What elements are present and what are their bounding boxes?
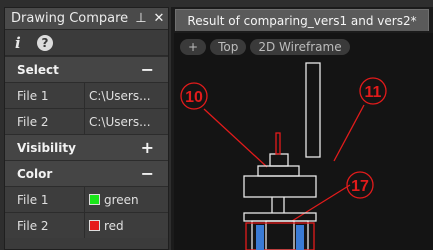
property-key: File 1: [5, 83, 85, 108]
collapse-icon[interactable]: −: [141, 164, 154, 183]
property-key: File 2: [5, 213, 85, 238]
color-row-file2[interactable]: File 2 red: [5, 212, 168, 238]
insert-right: [296, 225, 304, 250]
pin-icon[interactable]: ⊥: [132, 11, 150, 26]
select-row-file1[interactable]: File 1 C:\Users...: [5, 82, 168, 108]
color-name: green: [104, 192, 139, 207]
color-name: red: [104, 218, 124, 233]
palette-toolbar: i ?: [5, 30, 168, 56]
viewport-view-control[interactable]: Top: [210, 39, 247, 55]
section-color[interactable]: Color −: [5, 160, 168, 186]
info-icon[interactable]: i: [15, 34, 27, 52]
balloon-10-label: 10: [185, 89, 203, 106]
expand-icon[interactable]: +: [141, 138, 154, 157]
document-area: Result of comparing_vers1 and vers2* + T…: [171, 7, 433, 250]
drawing-compare-palette: Drawing Compare ⊥ ✕ i ? Select − File 1 …: [4, 7, 169, 250]
palette-title: Drawing Compare: [11, 11, 129, 26]
file2-path-value[interactable]: C:\Users...: [85, 109, 168, 134]
color-swatch-green: [89, 194, 100, 205]
section-visibility[interactable]: Visibility +: [5, 134, 168, 160]
help-icon[interactable]: ?: [37, 34, 53, 51]
section-color-label: Color: [17, 166, 53, 181]
changed-geometry: [275, 132, 281, 155]
palette-titlebar[interactable]: Drawing Compare ⊥ ✕: [5, 8, 168, 30]
property-key: File 2: [5, 109, 85, 134]
viewport-visual-style-control[interactable]: 2D Wireframe: [250, 39, 350, 55]
viewport-controls: + Top 2D Wireframe: [180, 39, 350, 55]
section-select[interactable]: Select −: [5, 56, 168, 82]
app-window: Drawing Compare ⊥ ✕ i ? Select − File 1 …: [0, 0, 433, 250]
section-visibility-label: Visibility: [17, 140, 76, 155]
file1-color-value[interactable]: green: [85, 187, 168, 212]
property-key: File 1: [5, 187, 85, 212]
insert-left: [256, 225, 264, 250]
color-row-file1[interactable]: File 1 green: [5, 186, 168, 212]
close-icon[interactable]: ✕: [150, 11, 168, 26]
drawing-viewport[interactable]: + Top 2D Wireframe 10 11 17: [174, 33, 433, 250]
leader-line-10: [203, 108, 268, 168]
balloon-17-label: 17: [351, 178, 369, 195]
leader-line-11: [333, 104, 365, 162]
section-select-label: Select: [17, 62, 59, 77]
file2-color-value[interactable]: red: [85, 213, 168, 238]
drawing-canvas: 10 11 17: [180, 62, 387, 250]
leader-line-17: [291, 184, 351, 222]
select-row-file2[interactable]: File 2 C:\Users...: [5, 108, 168, 134]
color-swatch-red: [89, 220, 100, 231]
tab-comparison-result[interactable]: Result of comparing_vers1 and vers2*: [175, 9, 429, 31]
file1-path-value[interactable]: C:\Users...: [85, 83, 168, 108]
balloon-11-label: 11: [365, 84, 382, 101]
collapse-icon[interactable]: −: [141, 60, 154, 79]
viewport-zoom-control[interactable]: +: [180, 39, 207, 55]
